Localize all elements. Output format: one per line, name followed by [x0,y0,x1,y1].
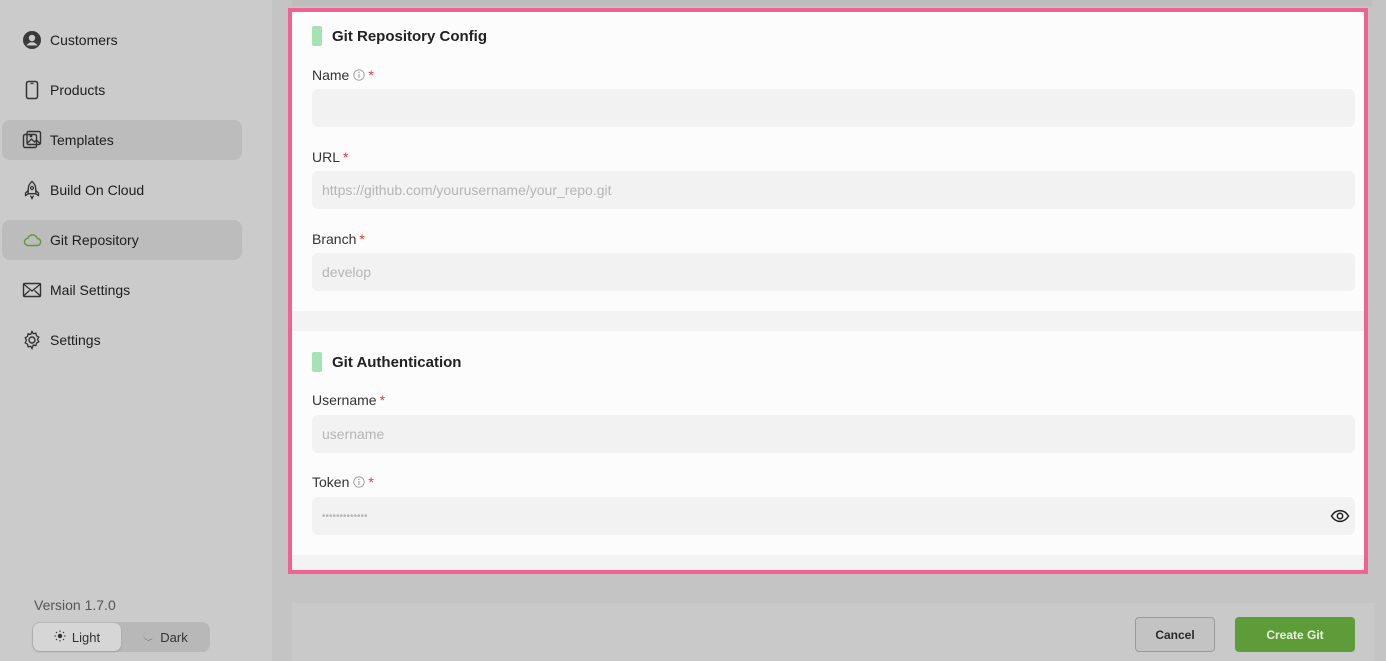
section-title-text: Git Repository Config [332,27,487,45]
sidebar-item-customers[interactable]: Customers [2,20,242,60]
create-git-button[interactable]: Create Git [1235,617,1355,652]
name-label: Name * [312,67,374,83]
section-marker [312,26,322,46]
dark-theme-label: Dark [160,629,188,645]
sidebar-item-label: Mail Settings [50,282,131,298]
light-theme-label: Light [71,629,101,645]
username-input[interactable] [312,415,1355,453]
token-label: Token * [312,474,374,490]
sidebar-item-label: Templates [50,132,114,148]
url-label-text: URL [312,149,341,165]
cancel-button[interactable]: Cancel [1135,617,1215,652]
info-icon[interactable] [353,69,366,81]
sidebar-item-label: Git Repository [50,232,139,248]
url-input[interactable] [312,171,1355,209]
moon-icon [142,630,154,645]
required-mark: * [368,474,374,490]
sidebar-item-label: Build On Cloud [50,182,145,198]
top-strip [292,0,1372,6]
image-icon [22,130,42,150]
sidebar-item-mail-settings[interactable]: Mail Settings [2,270,242,310]
branch-label-text: Branch [312,231,357,247]
auth-title: Git Authentication [312,352,461,372]
cloud-icon [22,230,42,250]
phone-icon [22,80,42,100]
token-label-text: Token [312,474,350,490]
username-label-text: Username [312,392,377,408]
info-icon[interactable] [353,476,366,488]
branch-input[interactable] [312,253,1355,291]
gear-icon [22,330,42,350]
section-marker [312,352,322,372]
url-label: URL * [312,149,348,165]
sidebar-item-products[interactable]: Products [2,70,242,110]
sidebar-item-build-on-cloud[interactable]: Build On Cloud [2,170,242,210]
name-label-text: Name [312,67,350,83]
name-input[interactable] [312,89,1355,127]
required-mark: * [368,67,374,83]
required-mark: * [359,231,365,247]
repo-config-title: Git Repository Config [312,26,487,46]
required-mark: * [343,149,349,165]
form-footer: Cancel Create Git [292,603,1374,661]
sidebar: Customers Products Templates Build On Cl… [0,0,272,661]
section-title-text: Git Authentication [332,353,462,371]
git-form-panel: Git Repository Config Name * URL * Branc… [288,8,1368,574]
eye-icon[interactable] [1330,506,1350,526]
sidebar-item-label: Settings [50,332,101,348]
light-theme-button[interactable]: Light [33,623,121,651]
sidebar-item-settings[interactable]: Settings [2,320,242,360]
sidebar-item-label: Customers [50,32,118,48]
theme-toggle: Light Dark [32,622,210,652]
repo-config-card: Git Repository Config Name * URL * Branc… [292,12,1364,311]
dark-theme-button[interactable]: Dark [121,623,209,651]
sidebar-item-label: Products [50,82,106,98]
sidebar-item-templates[interactable]: Templates [2,120,242,160]
user-circle-icon [22,30,42,50]
sun-icon [54,630,66,645]
branch-label: Branch * [312,231,365,247]
auth-card: Git Authentication Username * Token * [292,331,1364,555]
token-input[interactable] [312,497,1355,535]
username-label: Username * [312,392,385,408]
mail-icon [22,280,42,300]
rocket-icon [22,180,42,200]
version-label: Version 1.7.0 [34,597,116,613]
required-mark: * [379,392,386,408]
sidebar-item-git-repository[interactable]: Git Repository [2,220,242,260]
